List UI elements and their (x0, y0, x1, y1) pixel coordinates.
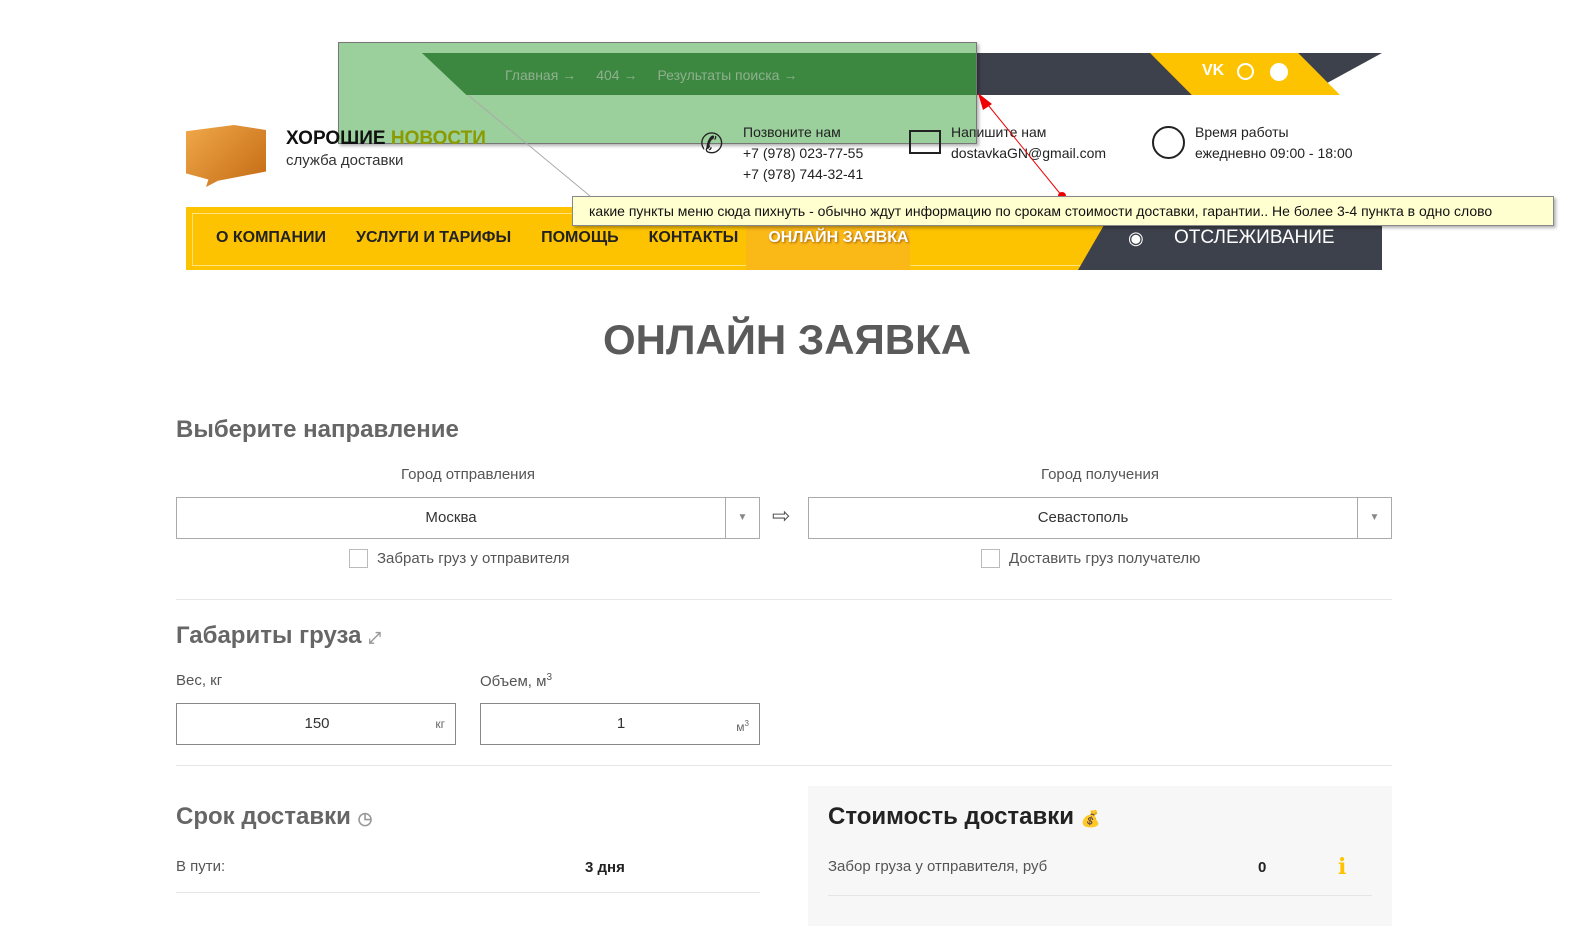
divider (176, 765, 1392, 766)
deliver-checkbox[interactable] (981, 549, 1000, 568)
money-bag-icon: 💰 (1080, 811, 1101, 828)
clock-icon: ◷ (357, 809, 373, 828)
term-title: Срок доставки ◷ (176, 803, 373, 830)
volume-value: 1 (616, 715, 626, 732)
dimensions-title: Габариты груза ⤢ (176, 622, 381, 649)
cost-pickup-label: Забор груза у отправителя, руб (828, 858, 1048, 875)
weight-label: Вес, кг (176, 672, 223, 689)
pickup-checkbox[interactable] (349, 549, 368, 568)
weight-unit: кг (435, 717, 445, 731)
deliver-label[interactable]: Доставить груз получателю (1009, 550, 1200, 567)
volume-unit: м3 (736, 719, 749, 734)
from-label: Город отправления (401, 466, 535, 483)
annotation-note: какие пункты меню сюда пихнуть - обычно … (572, 196, 1554, 226)
cost-pickup-value: 0 (1258, 859, 1267, 876)
weight-value: 150 (304, 715, 330, 732)
volume-input[interactable]: 1 м3 (480, 703, 760, 745)
divider (176, 599, 1392, 600)
volume-label: Объем, м3 (480, 672, 553, 690)
pickup-label[interactable]: Забрать груз у отправителя (377, 550, 570, 567)
cost-title: Стоимость доставки 💰 (828, 803, 1101, 830)
divider (828, 895, 1372, 896)
direction-title: Выберите направление (176, 416, 459, 443)
divider (176, 892, 760, 893)
transit-label: В пути: (176, 858, 226, 875)
arrow-right-icon: ⇨ (772, 503, 791, 528)
info-icon[interactable]: i (1338, 854, 1346, 880)
to-city-select[interactable]: Севастополь ▼ (808, 497, 1392, 539)
chevron-down-icon[interactable]: ▼ (725, 498, 759, 538)
resize-icon: ⤢ (368, 630, 381, 647)
from-city-select[interactable]: Москва ▼ (176, 497, 760, 539)
transit-value: 3 дня (585, 859, 625, 876)
from-city-value: Москва (425, 509, 477, 526)
to-label: Город получения (1040, 466, 1160, 483)
to-city-value: Севастополь (1037, 509, 1129, 526)
weight-input[interactable]: 150 кг (176, 703, 456, 745)
page-title: ОНЛАЙН ЗАЯВКА (602, 316, 972, 363)
chevron-down-icon[interactable]: ▼ (1357, 498, 1391, 538)
